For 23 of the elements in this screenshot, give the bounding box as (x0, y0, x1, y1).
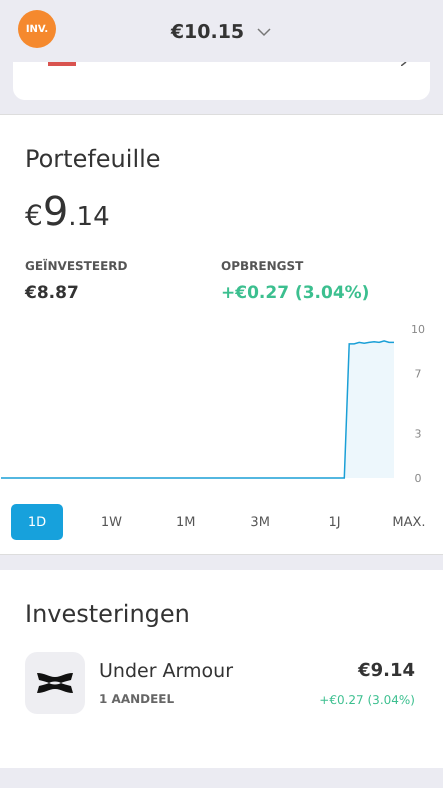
axis-tick-label: 10 (411, 323, 425, 336)
stat-label: GEÏNVESTEERD (25, 259, 128, 273)
period-tab[interactable]: 3M (234, 504, 286, 540)
axis-tick-label: 7 (414, 368, 422, 381)
portfolio-value: €9.14 (24, 189, 111, 235)
axis-tick-label: 0 (414, 472, 422, 485)
share-count: 1 AANDEEL (99, 692, 176, 706)
logo-icon (35, 672, 75, 694)
period-tab[interactable]: 1M (160, 504, 212, 540)
period-tab[interactable]: 1W (85, 504, 138, 540)
balance-dropdown[interactable]: €10.15 (170, 21, 272, 43)
investment-name: Under Armour (99, 660, 234, 682)
period-tab[interactable]: 1J (308, 504, 361, 540)
investment-change: +€0.27 (3.04%) (319, 692, 415, 706)
investment-value: €9.14 (358, 660, 415, 680)
section-title: Portefeuille (24, 145, 162, 173)
section-title: Investeringen (24, 600, 191, 628)
stat-label: OPBRENGST (221, 259, 304, 273)
stat-value: €8.87 (25, 283, 80, 303)
chevron-down-icon (256, 27, 272, 37)
period-tab[interactable]: MAX. (382, 504, 435, 540)
axis-tick-label: 3 (414, 427, 422, 440)
stat-value: +€0.27 (3.04%) (221, 283, 370, 303)
